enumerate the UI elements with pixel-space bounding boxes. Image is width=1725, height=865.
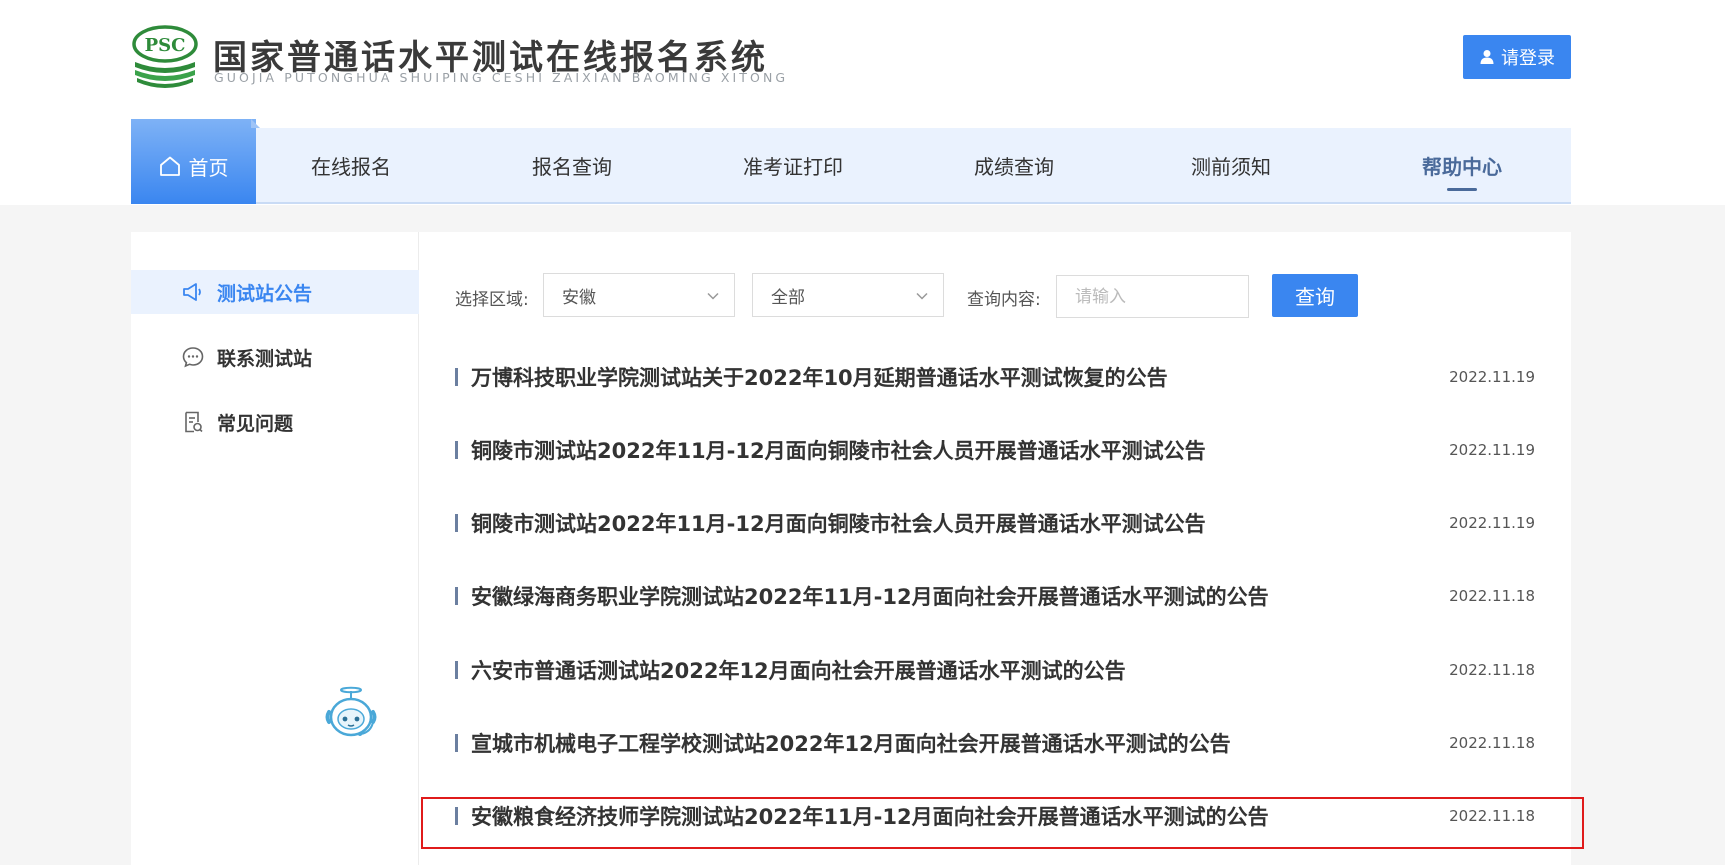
nav-active-underline: [1447, 188, 1477, 191]
city-select-value: 全部: [771, 287, 805, 308]
notice-item[interactable]: 铜陵市测试站2022年11月-12月面向铜陵市社会人员开展普通话水平测试公告 2…: [455, 503, 1535, 543]
main-nav: 首页 在线报名 报名查询 准考证打印 成绩查询 测前须知 帮助中心: [131, 119, 1571, 204]
notice-date: 2022.11.19: [1449, 441, 1535, 459]
notice-date: 2022.11.18: [1449, 587, 1535, 605]
site-header: PSC 国家普通话水平测试在线报名系统 GUOJIA PUTONGHUA SHU…: [0, 0, 1725, 118]
chat-bubble-icon: [182, 347, 204, 368]
region-label: 选择区域:: [455, 290, 529, 310]
notice-title[interactable]: 宣城市机械电子工程学校测试站2022年12月面向社会开展普通话水平测试的公告: [471, 728, 1449, 758]
nav-admission-print[interactable]: 准考证打印: [718, 128, 868, 202]
notice-date: 2022.11.18: [1449, 734, 1535, 752]
nav-home-label: 首页: [188, 155, 229, 180]
notice-date: 2022.11.18: [1449, 661, 1535, 679]
query-input[interactable]: [1056, 275, 1249, 318]
notice-title[interactable]: 万博科技职业学院测试站关于2022年10月延期普通话水平测试恢复的公告: [471, 362, 1449, 392]
province-select[interactable]: 安徽: [543, 273, 735, 317]
notice-marker: [455, 661, 458, 679]
notice-marker: [455, 807, 458, 825]
notice-title[interactable]: 铜陵市测试站2022年11月-12月面向铜陵市社会人员开展普通话水平测试公告: [471, 435, 1449, 465]
robot-assistant-icon[interactable]: [319, 686, 383, 742]
notice-title[interactable]: 六安市普通话测试站2022年12月面向社会开展普通话水平测试的公告: [471, 655, 1449, 685]
sidebar-item-label: 联系测试站: [217, 347, 313, 370]
sidebar-item-faq[interactable]: 常见问题: [131, 400, 419, 444]
notice-marker: [455, 368, 458, 386]
notice-item[interactable]: 铜陵市测试站2022年11月-12月面向铜陵市社会人员开展普通话水平测试公告 2…: [455, 430, 1535, 470]
megaphone-icon: [183, 283, 201, 301]
nav-test-notes[interactable]: 测前须知: [1166, 128, 1296, 202]
notice-title[interactable]: 铜陵市测试站2022年11月-12月面向铜陵市社会人员开展普通话水平测试公告: [471, 508, 1449, 538]
sidebar-item-contact[interactable]: 联系测试站: [131, 335, 419, 379]
login-button[interactable]: 请登录: [1463, 35, 1571, 79]
notice-date: 2022.11.19: [1449, 514, 1535, 532]
chevron-down-icon: [916, 292, 928, 300]
chevron-down-icon: [707, 292, 719, 300]
notice-item[interactable]: 万博科技职业学院测试站关于2022年10月延期普通话水平测试恢复的公告 2022…: [455, 357, 1535, 397]
sidebar-item-announcements[interactable]: 测试站公告: [131, 270, 419, 314]
login-label: 请登录: [1501, 48, 1555, 69]
nav-online-registration[interactable]: 在线报名: [286, 128, 416, 202]
home-icon: [159, 156, 180, 176]
nav-home[interactable]: 首页: [131, 119, 256, 204]
city-select[interactable]: 全部: [752, 273, 944, 317]
notice-item[interactable]: 六安市普通话测试站2022年12月面向社会开展普通话水平测试的公告 2022.1…: [455, 650, 1535, 690]
notice-marker: [455, 734, 458, 752]
notice-marker: [455, 441, 458, 459]
nav-registration-query[interactable]: 报名查询: [512, 128, 632, 202]
nav-score-query[interactable]: 成绩查询: [949, 128, 1079, 202]
sidebar-item-label: 测试站公告: [217, 282, 313, 305]
notice-marker: [455, 587, 458, 605]
sidebar-item-label: 常见问题: [217, 412, 294, 435]
notice-marker: [455, 514, 458, 532]
notice-title[interactable]: 安徽粮食经济技师学院测试站2022年11月-12月面向社会开展普通话水平测试的公…: [471, 801, 1449, 831]
notice-date: 2022.11.19: [1449, 368, 1535, 386]
psc-logo-icon[interactable]: PSC: [131, 24, 199, 90]
site-subtitle: GUOJIA PUTONGHUA SHUIPING CESHI ZAIXIAN …: [214, 70, 789, 85]
notice-title[interactable]: 安徽绿海商务职业学院测试站2022年11月-12月面向社会开展普通话水平测试的公…: [471, 581, 1449, 611]
notice-item[interactable]: 宣城市机械电子工程学校测试站2022年12月面向社会开展普通话水平测试的公告 2…: [455, 723, 1535, 763]
logo-text: PSC: [145, 35, 186, 56]
query-label: 查询内容:: [967, 290, 1041, 310]
notice-date: 2022.11.18: [1449, 807, 1535, 825]
province-select-value: 安徽: [562, 287, 596, 308]
user-icon: [1480, 50, 1494, 64]
notice-item[interactable]: 安徽绿海商务职业学院测试站2022年11月-12月面向社会开展普通话水平测试的公…: [455, 576, 1535, 616]
search-button[interactable]: 查询: [1272, 274, 1358, 317]
document-icon: [185, 411, 203, 433]
sidebar: 测试站公告 联系测试站 常见问题: [131, 232, 419, 865]
nav-home-tab-fold: [251, 119, 260, 128]
notice-item-highlighted[interactable]: 安徽粮食经济技师学院测试站2022年11月-12月面向社会开展普通话水平测试的公…: [455, 796, 1535, 836]
